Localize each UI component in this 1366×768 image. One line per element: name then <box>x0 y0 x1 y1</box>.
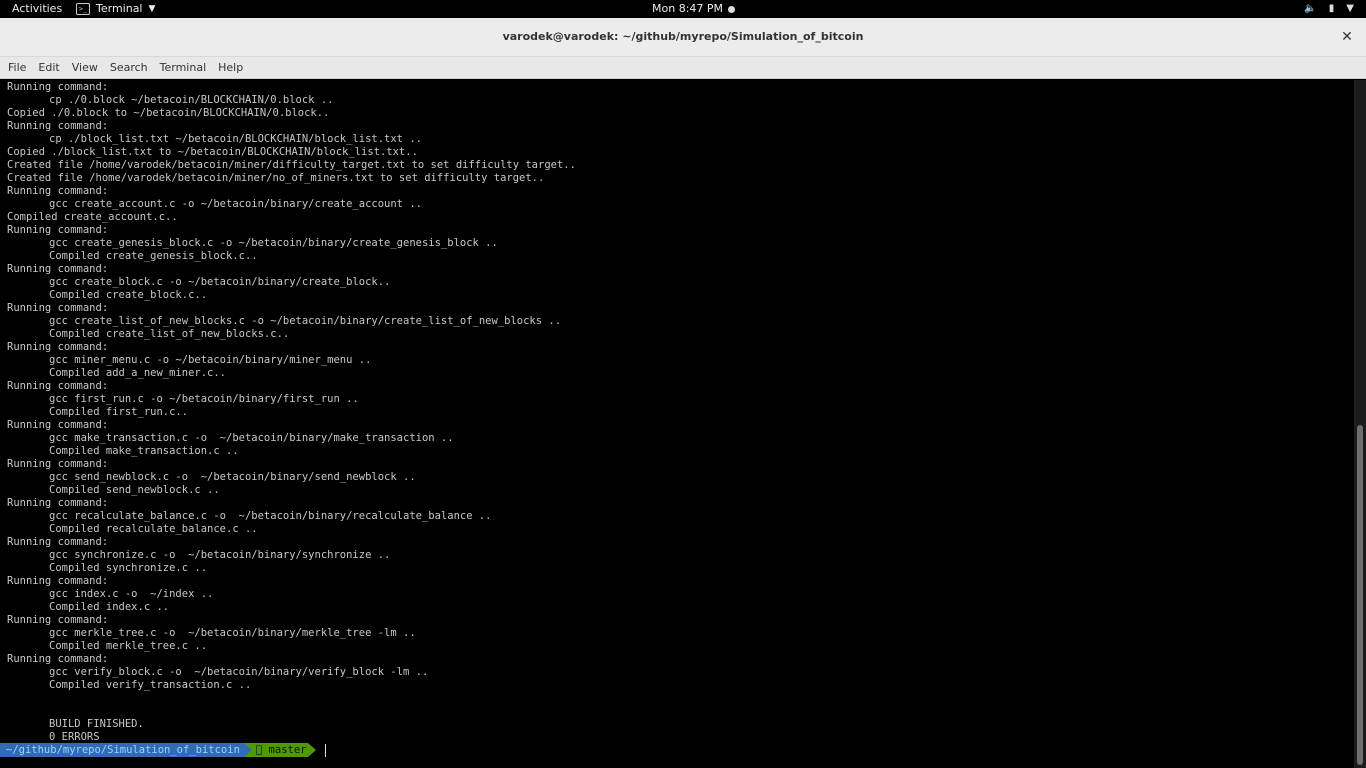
terminal-output: Running command: cp ./0.block ~/betacoin/… <box>7 81 576 744</box>
terminal-line: gcc create_block.c -o ~/betacoin/binary/… <box>49 276 391 288</box>
terminal-line: Compiled make_transaction.c .. <box>49 445 239 457</box>
terminal-line: Compiled recalculate_balance.c .. <box>49 523 258 535</box>
close-button[interactable]: ✕ <box>1338 28 1356 46</box>
menu-view[interactable]: View <box>66 57 104 79</box>
terminal-line: Compiled create_account.c.. <box>7 211 178 223</box>
menu-file[interactable]: File <box>2 57 32 79</box>
terminal-line: gcc create_account.c -o ~/betacoin/binar… <box>49 198 422 210</box>
scrollbar[interactable] <box>1354 80 1366 768</box>
app-menu[interactable]: >_ Terminal ▼ <box>76 0 155 18</box>
text-cursor <box>325 743 327 757</box>
terminal-line: Running command: <box>7 81 109 93</box>
terminal-line: Running command: <box>7 380 109 392</box>
shell-prompt[interactable]: ~/github/myrepo/Simulation_of_bitcoin  … <box>0 743 327 757</box>
app-menu-label: Terminal <box>96 2 143 15</box>
terminal-line: Compiled create_list_of_new_blocks.c.. <box>49 328 290 340</box>
terminal-line: Running command: <box>7 653 109 665</box>
terminal-line: gcc index.c -o ~/index .. <box>49 588 214 600</box>
terminal-line: Compiled index.c .. <box>49 601 170 613</box>
terminal-line: Compiled merkle_tree.c .. <box>49 640 208 652</box>
notification-dot-icon <box>728 5 736 13</box>
terminal-line: gcc synchronize.c -o ~/betacoin/binary/s… <box>49 549 391 561</box>
terminal-line: Compiled verify_transaction.c .. <box>49 679 252 691</box>
terminal-line: Copied ./0.block to ~/betacoin/BLOCKCHAI… <box>7 107 330 119</box>
terminal-line: Copied ./block_list.txt to ~/betacoin/BL… <box>7 146 418 158</box>
prompt-separator-icon <box>243 743 252 757</box>
caret-down-icon: ▼ <box>148 4 156 14</box>
menu-help[interactable]: Help <box>212 57 249 79</box>
clock[interactable]: Mon 8:47 PM <box>652 0 736 18</box>
terminal-line: Created file /home/varodek/betacoin/mine… <box>7 159 576 171</box>
volume-icon[interactable]: 🔈 <box>1304 0 1316 18</box>
terminal-line: Compiled synchronize.c .. <box>49 562 208 574</box>
menu-edit[interactable]: Edit <box>32 57 65 79</box>
terminal-line: gcc merkle_tree.c -o ~/betacoin/binary/m… <box>49 627 416 639</box>
terminal-line: BUILD FINISHED. <box>49 718 144 730</box>
terminal-line: Running command: <box>7 224 109 236</box>
window-titlebar[interactable]: varodek@varodek: ~/github/myrepo/Simulat… <box>0 18 1366 57</box>
scrollbar-thumb[interactable] <box>1357 425 1363 765</box>
terminal-line: Running command: <box>7 575 109 587</box>
top-bar: Activities >_ Terminal ▼ Mon 8:47 PM 🔈 ▮… <box>0 0 1366 18</box>
terminal-line: Compiled first_run.c.. <box>49 406 189 418</box>
terminal-line: gcc first_run.c -o ~/betacoin/binary/fir… <box>49 393 359 405</box>
terminal-line: Running command: <box>7 341 109 353</box>
menu-search[interactable]: Search <box>104 57 154 79</box>
terminal-line: Compiled create_block.c.. <box>49 289 208 301</box>
terminal-line: Running command: <box>7 458 109 470</box>
terminal-app-icon: >_ <box>76 3 90 15</box>
terminal-line: Running command: <box>7 185 109 197</box>
terminal-line: gcc recalculate_balance.c -o ~/betacoin/… <box>49 510 492 522</box>
prompt-separator-icon <box>308 743 317 757</box>
terminal-line: cp ./block_list.txt ~/betacoin/BLOCKCHAI… <box>49 133 422 145</box>
menu-bar: File Edit View Search Terminal Help <box>0 57 1366 79</box>
activities-button[interactable]: Activities <box>12 0 62 18</box>
terminal-line: gcc create_list_of_new_blocks.c -o ~/bet… <box>49 315 562 327</box>
terminal-line: gcc verify_block.c -o ~/betacoin/binary/… <box>49 666 429 678</box>
terminal-line: Running command: <box>7 614 109 626</box>
prompt-git-branch:  master <box>251 743 309 757</box>
terminal-line: Created file /home/varodek/betacoin/mine… <box>7 172 545 184</box>
terminal-line: Running command: <box>7 263 109 275</box>
terminal-line: Running command: <box>7 497 109 509</box>
terminal-line: cp ./0.block ~/betacoin/BLOCKCHAIN/0.blo… <box>49 94 334 106</box>
terminal-line: gcc send_newblock.c -o ~/betacoin/binary… <box>49 471 416 483</box>
terminal-line: Compiled send_newblock.c .. <box>49 484 220 496</box>
system-menu-icon[interactable]: ▼ <box>1346 0 1354 18</box>
terminal-line: gcc make_transaction.c -o ~/betacoin/bin… <box>49 432 454 444</box>
prompt-path: ~/github/myrepo/Simulation_of_bitcoin <box>0 743 244 757</box>
terminal-line: Running command: <box>7 419 109 431</box>
terminal-line: gcc miner_menu.c -o ~/betacoin/binary/mi… <box>49 354 372 366</box>
menu-terminal[interactable]: Terminal <box>154 57 213 79</box>
window-title: varodek@varodek: ~/github/myrepo/Simulat… <box>502 30 864 43</box>
terminal-area[interactable]: Running command: cp ./0.block ~/betacoin/… <box>0 80 1354 768</box>
terminal-line: Running command: <box>7 536 109 548</box>
terminal-line: gcc create_genesis_block.c -o ~/betacoin… <box>49 237 498 249</box>
terminal-line: Running command: <box>7 120 109 132</box>
clock-label: Mon 8:47 PM <box>652 2 724 15</box>
system-tray[interactable]: 🔈 ▮ ▼ <box>1304 0 1354 18</box>
terminal-line: Running command: <box>7 302 109 314</box>
terminal-line: Compiled create_genesis_block.c.. <box>49 250 258 262</box>
terminal-line: Compiled add_a_new_miner.c.. <box>49 367 227 379</box>
battery-icon[interactable]: ▮ <box>1329 0 1335 18</box>
